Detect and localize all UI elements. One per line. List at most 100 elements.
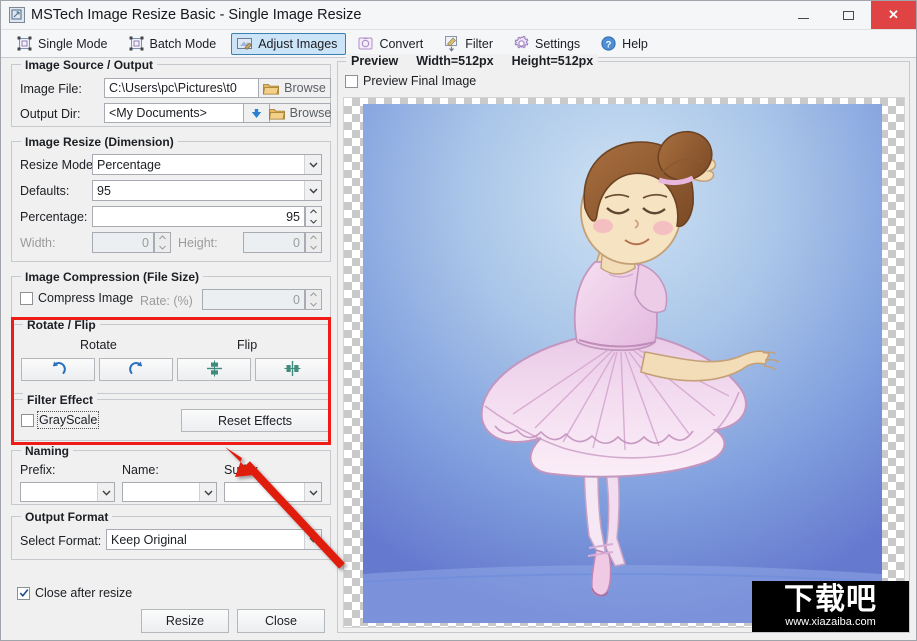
tab-filter[interactable]: Filter	[438, 33, 502, 55]
chevron-down-icon[interactable]	[304, 483, 321, 501]
watermark-url: www.xiazaiba.com	[785, 617, 875, 628]
checkbox-box	[20, 292, 33, 305]
defaults-select[interactable]: 95	[92, 180, 322, 201]
checkbox-box	[21, 414, 34, 427]
image-resize-legend: Image Resize (Dimension)	[21, 135, 178, 149]
image-compression-legend: Image Compression (File Size)	[21, 270, 203, 284]
height-spinner[interactable]	[305, 232, 322, 253]
preview-final-image-checkbox[interactable]: Preview Final Image	[345, 74, 476, 88]
output-format-legend: Output Format	[21, 510, 112, 524]
tab-help[interactable]: ? Help	[595, 33, 657, 55]
chevron-down-icon[interactable]	[97, 483, 114, 501]
preview-header: Preview Width=512px Height=512px	[346, 54, 598, 68]
width-label: Width:	[20, 236, 55, 250]
svg-text:?: ?	[606, 39, 612, 50]
checkbox-box	[345, 75, 358, 88]
tab-settings-label: Settings	[535, 37, 580, 51]
width-spinner[interactable]	[154, 232, 171, 253]
tab-single-mode-label: Single Mode	[38, 37, 108, 51]
image-source-output-legend: Image Source / Output	[21, 58, 157, 72]
preview-final-image-label: Preview Final Image	[363, 74, 476, 88]
settings-gear-icon	[513, 35, 530, 52]
flip-horizontal-icon	[284, 360, 301, 380]
tab-batch-mode[interactable]: Batch Mode	[123, 33, 226, 55]
name-select[interactable]	[122, 482, 217, 502]
tab-settings[interactable]: Settings	[508, 33, 589, 55]
reset-effects-label: Reset Effects	[218, 414, 292, 428]
down-arrow-icon	[250, 107, 263, 120]
image-resize-group: Image Resize (Dimension) Resize Mode: Pe…	[11, 141, 331, 262]
height-input[interactable]: 0	[243, 232, 305, 253]
suffix-select[interactable]	[224, 482, 322, 502]
batch-mode-icon	[128, 35, 145, 52]
grayscale-checkbox[interactable]: GrayScale	[21, 413, 97, 427]
preview-width-label: Width=512px	[416, 54, 493, 68]
tab-adjust-images-label: Adjust Images	[258, 37, 337, 51]
rate-input[interactable]: 0	[202, 289, 305, 310]
watermark: 下载吧 www.xiazaiba.com	[752, 581, 909, 632]
maximize-button[interactable]	[826, 1, 871, 29]
width-input[interactable]: 0	[92, 232, 154, 253]
flip-vertical-button[interactable]	[177, 358, 251, 381]
percentage-label: Percentage:	[20, 210, 87, 224]
image-file-input[interactable]: C:\Users\pc\Pictures\t0	[104, 78, 259, 98]
rotate-right-button[interactable]	[99, 358, 173, 381]
flip-vertical-icon	[206, 360, 223, 380]
folder-icon	[263, 82, 279, 95]
output-dir-dropdown-button[interactable]	[244, 103, 270, 123]
folder-icon	[269, 107, 285, 120]
rate-spinner[interactable]	[305, 289, 322, 310]
image-file-browse-label: Browse	[284, 81, 326, 95]
minimize-button[interactable]	[781, 1, 826, 29]
tab-convert[interactable]: Convert	[352, 33, 432, 55]
preview-height-label: Height=512px	[512, 54, 594, 68]
filter-effect-legend: Filter Effect	[23, 393, 97, 407]
rotate-left-button[interactable]	[21, 358, 95, 381]
reset-effects-button[interactable]: Reset Effects	[181, 409, 329, 432]
tab-filter-label: Filter	[465, 37, 493, 51]
image-file-browse-button[interactable]: Browse	[259, 78, 331, 98]
preview-group: Preview Width=512px Height=512px Preview…	[337, 61, 910, 633]
tab-single-mode[interactable]: Single Mode	[11, 33, 117, 55]
resize-mode-value: Percentage	[97, 158, 161, 172]
chevron-down-icon[interactable]	[199, 483, 216, 501]
tab-adjust-images[interactable]: Adjust Images	[231, 33, 346, 55]
output-dir-browse-button[interactable]: Browse	[270, 103, 331, 123]
tab-batch-mode-label: Batch Mode	[150, 37, 217, 51]
checkbox-box-checked	[17, 587, 30, 600]
chevron-down-icon[interactable]	[304, 181, 321, 200]
preview-canvas[interactable]	[343, 97, 905, 628]
suffix-label: Suffix:	[224, 463, 259, 477]
resize-button-label: Resize	[166, 614, 204, 628]
resize-mode-select[interactable]: Percentage	[92, 154, 322, 175]
flip-horizontal-button[interactable]	[255, 358, 329, 381]
adjust-images-icon	[236, 35, 253, 52]
title-bar: MSTech Image Resize Basic - Single Image…	[1, 1, 916, 30]
close-button-label: Close	[265, 614, 297, 628]
resize-button[interactable]: Resize	[141, 609, 229, 633]
chevron-down-icon[interactable]	[304, 155, 321, 174]
output-dir-label: Output Dir:	[20, 107, 80, 121]
select-format-select[interactable]: Keep Original	[106, 529, 322, 550]
preview-legend-label: Preview	[351, 54, 398, 68]
percentage-input[interactable]: 95	[92, 206, 305, 227]
close-button-footer[interactable]: Close	[237, 609, 325, 633]
image-compression-group: Image Compression (File Size) Compress I…	[11, 276, 331, 319]
rate-label: Rate: (%)	[140, 294, 193, 308]
output-dir-input[interactable]: <My Documents>	[104, 103, 244, 123]
defaults-value: 95	[97, 184, 111, 198]
close-after-resize-label: Close after resize	[35, 586, 132, 600]
percentage-spinner[interactable]	[305, 206, 322, 227]
rotate-label: Rotate	[80, 338, 117, 352]
close-button[interactable]: ✕	[871, 1, 916, 29]
prefix-select[interactable]	[20, 482, 115, 502]
close-after-resize-checkbox[interactable]: Close after resize	[17, 586, 132, 600]
single-mode-icon	[16, 35, 33, 52]
chevron-down-icon[interactable]	[304, 530, 321, 549]
compress-image-label: Compress Image	[38, 291, 133, 305]
defaults-label: Defaults:	[20, 184, 69, 198]
help-question-icon: ?	[600, 35, 617, 52]
filter-icon	[443, 35, 460, 52]
name-label: Name:	[122, 463, 159, 477]
compress-image-checkbox[interactable]: Compress Image	[20, 291, 133, 305]
